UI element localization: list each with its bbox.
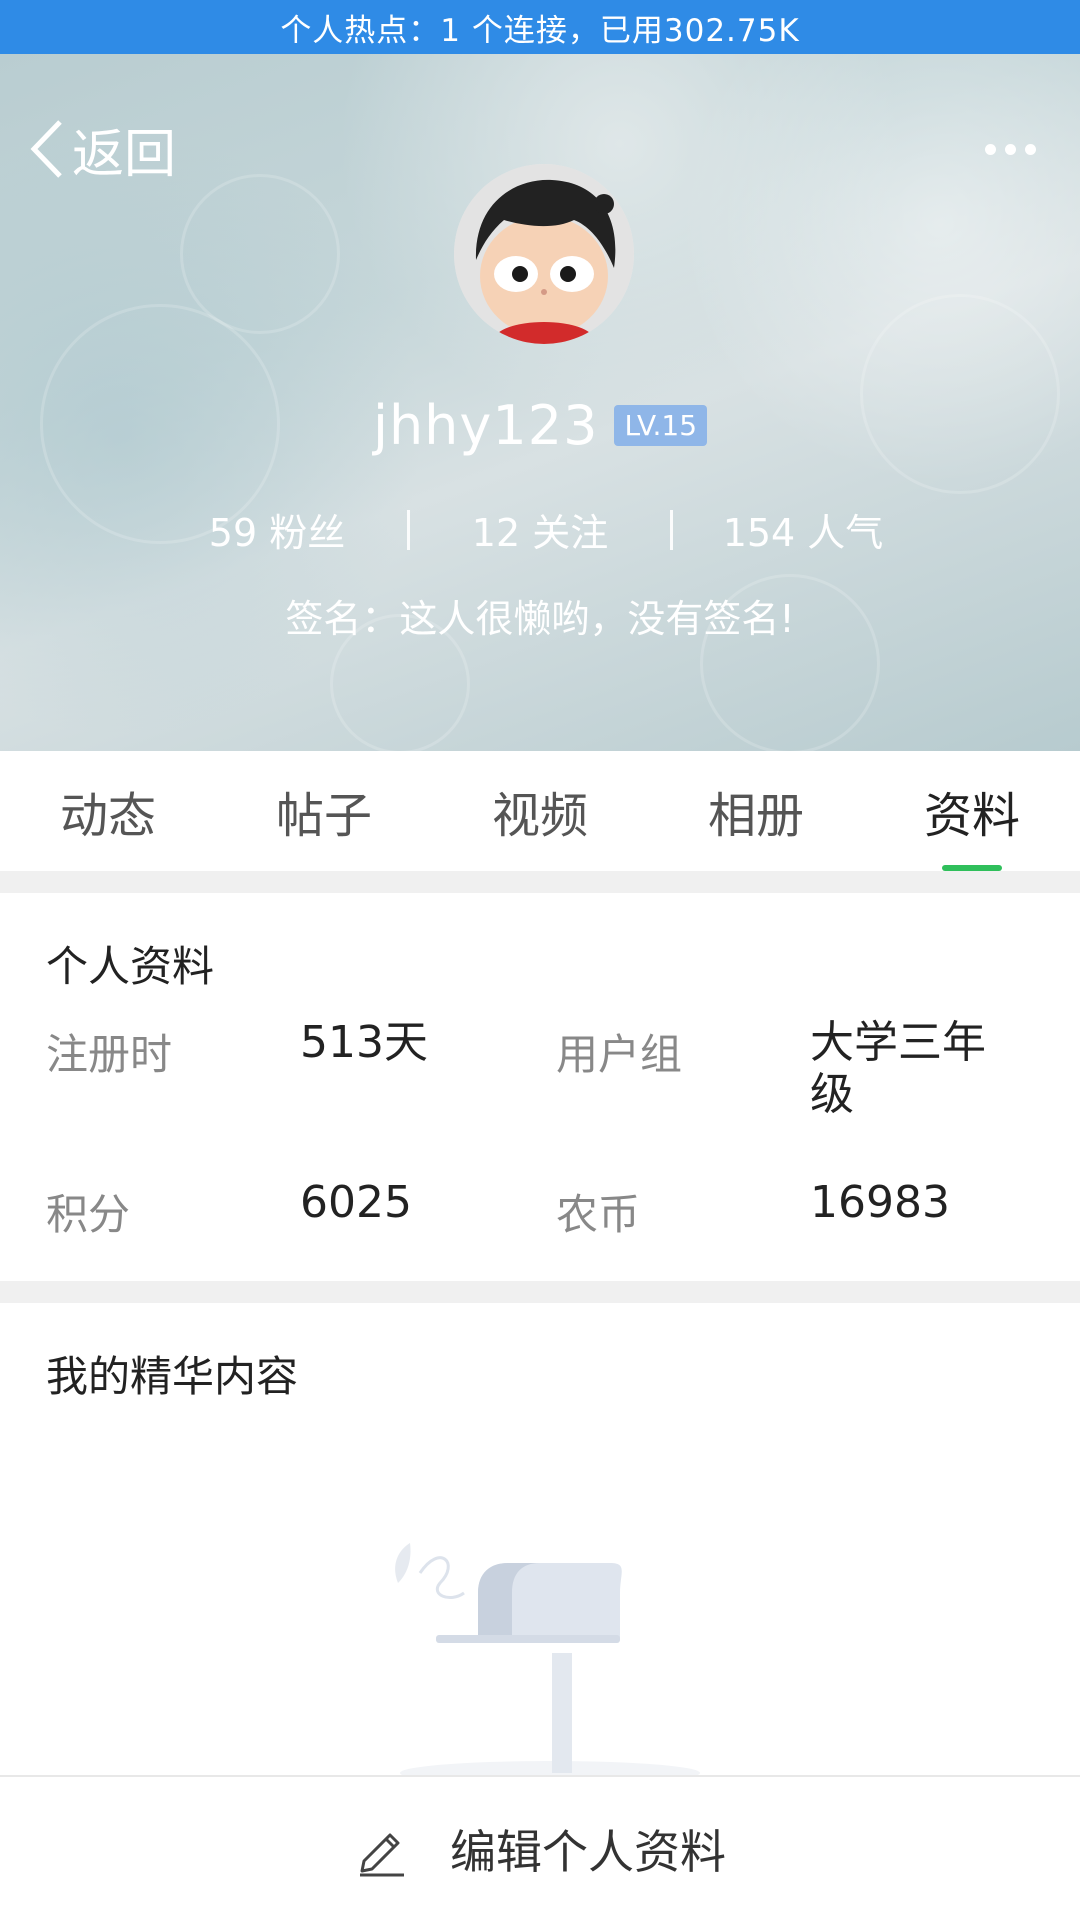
tab-videos[interactable]: 视频 xyxy=(432,751,648,871)
featured-section: 我的精华内容 xyxy=(0,1303,1080,1783)
profile-header: 返回 jhhy123 LV.15 59 粉丝 12 关注 154 人气 签名：这… xyxy=(0,54,1080,751)
back-button[interactable]: 返回 xyxy=(28,114,177,185)
popularity-stat: 154 人气 xyxy=(722,511,884,555)
profile-tabs: 动态 帖子 视频 相册 资料 xyxy=(0,751,1080,871)
section-divider xyxy=(0,871,1080,893)
tab-label: 动态 xyxy=(59,788,156,844)
fans-stat[interactable]: 59 粉丝 xyxy=(147,502,407,557)
register-days-label: 注册时 xyxy=(46,1030,173,1079)
avatar[interactable] xyxy=(454,164,634,344)
background-flower-icon xyxy=(180,174,340,334)
tab-posts[interactable]: 帖子 xyxy=(216,751,432,871)
tab-profile[interactable]: 资料 xyxy=(864,751,1080,871)
chevron-left-icon xyxy=(30,120,62,178)
tab-label: 帖子 xyxy=(275,788,372,844)
cartoon-face-icon xyxy=(454,164,634,344)
user-group-label: 用户组 xyxy=(556,1030,683,1079)
tab-label: 相册 xyxy=(707,788,804,844)
stats-row: 59 粉丝 12 关注 154 人气 xyxy=(0,502,1080,557)
edit-profile-label: 编辑个人资料 xyxy=(450,1824,726,1879)
status-bar: 个人热点：1 个连接，已用302.75K xyxy=(0,0,1080,54)
tab-label: 资料 xyxy=(923,788,1020,844)
tab-albums[interactable]: 相册 xyxy=(648,751,864,871)
tab-dynamics[interactable]: 动态 xyxy=(0,751,216,871)
user-group-value: 大学三年级 xyxy=(810,1017,986,1120)
level-badge: LV.15 xyxy=(614,405,708,446)
tab-label: 视频 xyxy=(491,788,588,844)
username-row: jhhy123 LV.15 xyxy=(0,394,1080,457)
following-stat[interactable]: 12 关注 xyxy=(410,502,670,557)
points-label: 积分 xyxy=(46,1190,131,1239)
username: jhhy123 xyxy=(372,394,599,457)
pencil-icon xyxy=(360,1833,404,1876)
points-value: 6025 xyxy=(300,1177,412,1228)
signature: 签名：这人很懒哟，没有签名! xyxy=(285,597,795,641)
coins-label: 农币 xyxy=(556,1190,641,1239)
profile-section-title: 个人资料 xyxy=(46,942,215,991)
featured-section-title: 我的精华内容 xyxy=(46,1352,299,1401)
edit-profile-button[interactable]: 编辑个人资料 xyxy=(0,1775,1080,1920)
empty-mailbox-icon xyxy=(395,1543,700,1783)
coins-value: 16983 xyxy=(810,1177,950,1228)
status-bar-text: 个人热点：1 个连接，已用302.75K xyxy=(280,12,800,49)
register-days-value: 513天 xyxy=(300,1017,428,1068)
profile-section: 个人资料 注册时 513天 用户组 大学三年级 积分 6025 农币 16983 xyxy=(0,893,1080,1281)
section-divider xyxy=(0,1281,1080,1303)
more-dots-icon[interactable] xyxy=(985,144,1036,155)
back-label: 返回 xyxy=(72,124,177,185)
